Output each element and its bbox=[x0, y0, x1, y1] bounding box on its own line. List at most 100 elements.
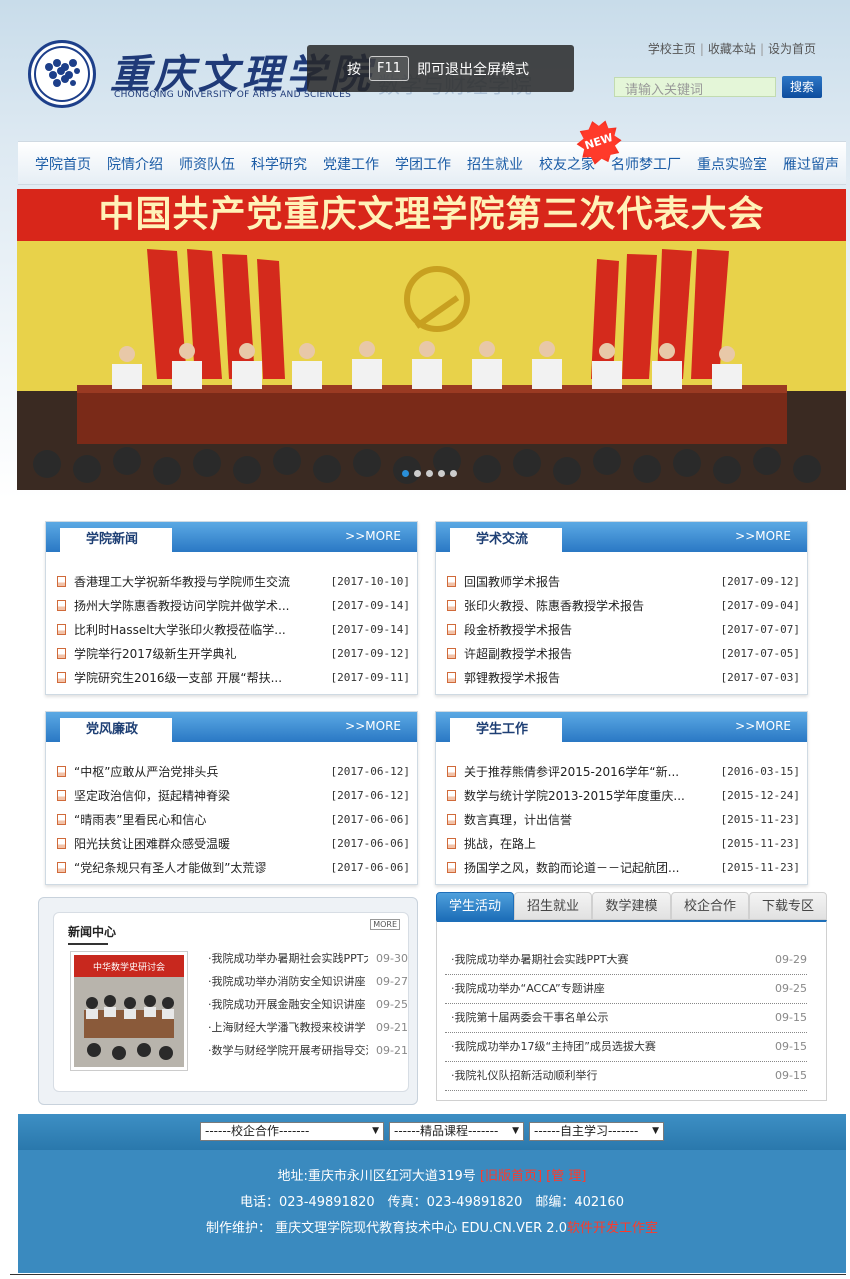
old-homepage-link[interactable]: [旧版首页] bbox=[480, 1169, 542, 1184]
list-item[interactable]: ·我院成功举办“ACCA”专题讲座 09-25 bbox=[445, 975, 807, 1004]
list-item[interactable]: ·我院成功举办17级“主持团”成员选拔大赛 09-15 bbox=[445, 1033, 807, 1062]
select-industry-coop[interactable]: ------校企合作------- ▼ bbox=[200, 1122, 384, 1141]
list-item[interactable]: 扬国学之风，数韵而论道－－记起航团... [2015-11-23] bbox=[444, 856, 800, 880]
news-center-inner: 新闻中心 MORE 中华数学史研讨会 ·我院成功举办暑期社会实践PPT大赛 09-… bbox=[53, 912, 409, 1092]
document-icon bbox=[57, 648, 66, 659]
school-seal-logo[interactable] bbox=[28, 40, 96, 108]
list-item[interactable]: 坚定政治信仰，挺起精神脊梁 [2017-06-12] bbox=[54, 784, 410, 808]
admin-link[interactable]: [管 理] bbox=[546, 1169, 586, 1184]
fullscreen-exit-tip: 按 F11 即可退出全屏模式 bbox=[307, 45, 574, 92]
list-item[interactable]: ·我院成功开展金融安全知识讲座 09-25 bbox=[208, 993, 408, 1016]
list-item[interactable]: ·数学与财经学院开展考研指导交流咨询会09-21 bbox=[208, 1039, 408, 1062]
list-item[interactable]: ·我院成功举办暑期社会实践PPT大赛 09-30 bbox=[208, 947, 408, 970]
list-item[interactable]: 数言真理，计出信誉 [2015-11-23] bbox=[444, 808, 800, 832]
more-link[interactable]: >>MORE bbox=[345, 719, 401, 733]
site-footer: 地址:重庆市永川区红河大道319号 [旧版首页] [管 理] 电话：023-49… bbox=[18, 1150, 846, 1273]
list-item[interactable]: 挑战，在路上 [2015-11-23] bbox=[444, 832, 800, 856]
tab-math-modeling[interactable]: 数学建模 bbox=[592, 892, 671, 920]
news-list: “中枢”应敢从严治党排头兵 [2017-06-12] 坚定政治信仰，挺起精神脊梁[… bbox=[54, 760, 410, 880]
slide-dot[interactable] bbox=[450, 470, 457, 477]
news-center-list: ·我院成功举办暑期社会实践PPT大赛 09-30 ·我院成功举办消防安全知识讲座 0… bbox=[208, 947, 408, 1062]
activity-list: ·我院成功举办暑期社会实践PPT大赛 09-29 ·我院成功举办“ACCA”专题讲… bbox=[445, 946, 807, 1091]
list-item[interactable]: 张印火教授、陈惠香教授学术报告 [2017-09-04] bbox=[444, 594, 800, 618]
list-item[interactable]: “晴雨表”里看民心和信心 [2017-06-06] bbox=[54, 808, 410, 832]
box-title: 学生工作 bbox=[450, 718, 562, 742]
tab-student-activities[interactable]: 学生活动 bbox=[436, 892, 514, 920]
bottom-divider bbox=[10, 1274, 846, 1275]
maintain-text: 制作维护： 重庆文理学院现代教育技术中心 EDU.CN.VER 2.0 bbox=[205, 1221, 567, 1236]
nav-item-about[interactable]: 院情介绍 bbox=[107, 154, 163, 174]
list-item[interactable]: 阳光扶贫让困难群众感受温暖 [2017-06-06] bbox=[54, 832, 410, 856]
list-item[interactable]: 回国教师学术报告 [2017-09-12] bbox=[444, 570, 800, 594]
tab-admission[interactable]: 招生就业 bbox=[514, 892, 592, 920]
search-input[interactable]: 请输入关键词 bbox=[614, 77, 776, 98]
seal-emblem-icon bbox=[45, 59, 80, 87]
list-item[interactable]: ·上海财经大学潘飞教授来校讲学 09-21 bbox=[208, 1016, 408, 1039]
separator: | bbox=[759, 42, 764, 56]
nav-item-faculty[interactable]: 师资队伍 bbox=[179, 154, 235, 174]
footer-links-bar: ------校企合作------- ▼ ------精品课程------- ▼ --… bbox=[18, 1114, 846, 1150]
document-icon bbox=[57, 862, 66, 873]
slide-dot[interactable] bbox=[426, 470, 433, 477]
more-link[interactable]: MORE bbox=[370, 919, 400, 930]
link-school-home[interactable]: 学校主页 bbox=[648, 42, 696, 56]
list-item[interactable]: 香港理工大学祝新华教授与学院师生交流 [2017-10-10] bbox=[54, 570, 410, 594]
nav-item-labs[interactable]: 重点实验室 bbox=[697, 154, 767, 174]
list-item[interactable]: 郭锂教授学术报告 [2017-07-03] bbox=[444, 666, 800, 690]
nav-item-home[interactable]: 学院首页 bbox=[35, 154, 91, 174]
search-button[interactable]: 搜索 bbox=[782, 76, 822, 98]
box-college-news: 学院新闻 >>MORE 香港理工大学祝新华教授与学院师生交流 [2017-10-1… bbox=[45, 521, 418, 695]
document-icon bbox=[57, 624, 66, 635]
nav-item-guestbook[interactable]: 雁过留声 bbox=[783, 154, 839, 174]
document-icon bbox=[57, 672, 66, 683]
dev-studio-link[interactable]: 软件开发工作室 bbox=[567, 1221, 658, 1236]
list-item[interactable]: 学院研究生2016级一支部 开展“帮扶... [2017-09-11] bbox=[54, 666, 410, 690]
nav-item-party[interactable]: 党建工作 bbox=[323, 154, 379, 174]
link-bookmark[interactable]: 收藏本站 bbox=[708, 42, 756, 56]
news-photo[interactable]: 中华数学史研讨会 bbox=[70, 951, 188, 1071]
nav-item-masters[interactable]: 名师梦工厂 bbox=[611, 154, 681, 174]
list-item[interactable]: 比利时Hasselt大学张印火教授莅临学... [2017-09-14] bbox=[54, 618, 410, 642]
slide-dot[interactable] bbox=[414, 470, 421, 477]
list-item[interactable]: 学院举行2017级新生开学典礼 [2017-09-12] bbox=[54, 642, 410, 666]
more-link[interactable]: >>MORE bbox=[345, 529, 401, 543]
document-icon bbox=[447, 838, 456, 849]
more-link[interactable]: >>MORE bbox=[735, 529, 791, 543]
slide-dot[interactable] bbox=[402, 470, 409, 477]
activity-tab-panel: 学生活动 招生就业 数学建模 校企合作 下载专区 ·我院成功举办暑期社会实践PP… bbox=[436, 892, 827, 1101]
main-nav: 学院首页 院情介绍 师资队伍 科学研究 党建工作 学团工作 招生就业 校友之家 … bbox=[18, 141, 846, 185]
list-item[interactable]: 数学与统计学院2013-2015学年度重庆... [2015-12-24] bbox=[444, 784, 800, 808]
tab-industry-coop[interactable]: 校企合作 bbox=[671, 892, 749, 920]
list-item[interactable]: “中枢”应敢从严治党排头兵 [2017-06-12] bbox=[54, 760, 410, 784]
list-item[interactable]: 许超副教授学术报告 [2017-07-05] bbox=[444, 642, 800, 666]
f11-key: F11 bbox=[369, 56, 410, 81]
document-icon bbox=[447, 600, 456, 611]
document-icon bbox=[57, 766, 66, 777]
more-link[interactable]: >>MORE bbox=[735, 719, 791, 733]
chevron-down-icon: ▼ bbox=[372, 1126, 379, 1136]
nav-item-student[interactable]: 学团工作 bbox=[395, 154, 451, 174]
select-self-study[interactable]: ------自主学习------- ▼ bbox=[529, 1122, 664, 1141]
list-item[interactable]: ·我院第十届两委会干事名单公示 09-15 bbox=[445, 1004, 807, 1033]
tab-downloads[interactable]: 下载专区 bbox=[749, 892, 827, 920]
chevron-down-icon: ▼ bbox=[512, 1126, 519, 1136]
list-item[interactable]: “党纪条规只有圣人才能做到”太荒谬 [2017-06-06] bbox=[54, 856, 410, 880]
slide-dot[interactable] bbox=[438, 470, 445, 477]
box-party-integrity: 党风廉政 >>MORE “中枢”应敢从严治党排头兵 [2017-06-12] 坚定… bbox=[45, 711, 418, 885]
link-set-homepage[interactable]: 设为首页 bbox=[768, 42, 816, 56]
list-item[interactable]: ·我院成功举办暑期社会实践PPT大赛 09-29 bbox=[445, 946, 807, 975]
title-underline bbox=[68, 943, 108, 945]
list-item[interactable]: 扬州大学陈惠香教授访问学院并做学术... [2017-09-14] bbox=[54, 594, 410, 618]
list-item[interactable]: 关于推荐熊倩参评2015-2016学年“新... [2016-03-15] bbox=[444, 760, 800, 784]
document-icon bbox=[447, 624, 456, 635]
news-list: 关于推荐熊倩参评2015-2016学年“新... [2016-03-15] 数学与… bbox=[444, 760, 800, 880]
banner-slideshow[interactable]: 中国共产党重庆文理学院第三次代表大会 bbox=[17, 189, 846, 490]
nav-item-research[interactable]: 科学研究 bbox=[251, 154, 307, 174]
list-item[interactable]: ·我院成功举办消防安全知识讲座 09-27 bbox=[208, 970, 408, 993]
list-item[interactable]: ·我院礼仪队招新活动顺利举行 09-15 bbox=[445, 1062, 807, 1091]
box-academic-exchange: 学术交流 >>MORE 回国教师学术报告 [2017-09-12] 张印火教授、陈… bbox=[435, 521, 808, 695]
footer-contact-line: 电话：023-49891820 传真：023-49891820 邮编：40216… bbox=[240, 1195, 624, 1210]
list-item[interactable]: 段金桥教授学术报告 [2017-07-07] bbox=[444, 618, 800, 642]
nav-item-admission[interactable]: 招生就业 bbox=[467, 154, 523, 174]
select-quality-courses[interactable]: ------精品课程------- ▼ bbox=[389, 1122, 524, 1141]
